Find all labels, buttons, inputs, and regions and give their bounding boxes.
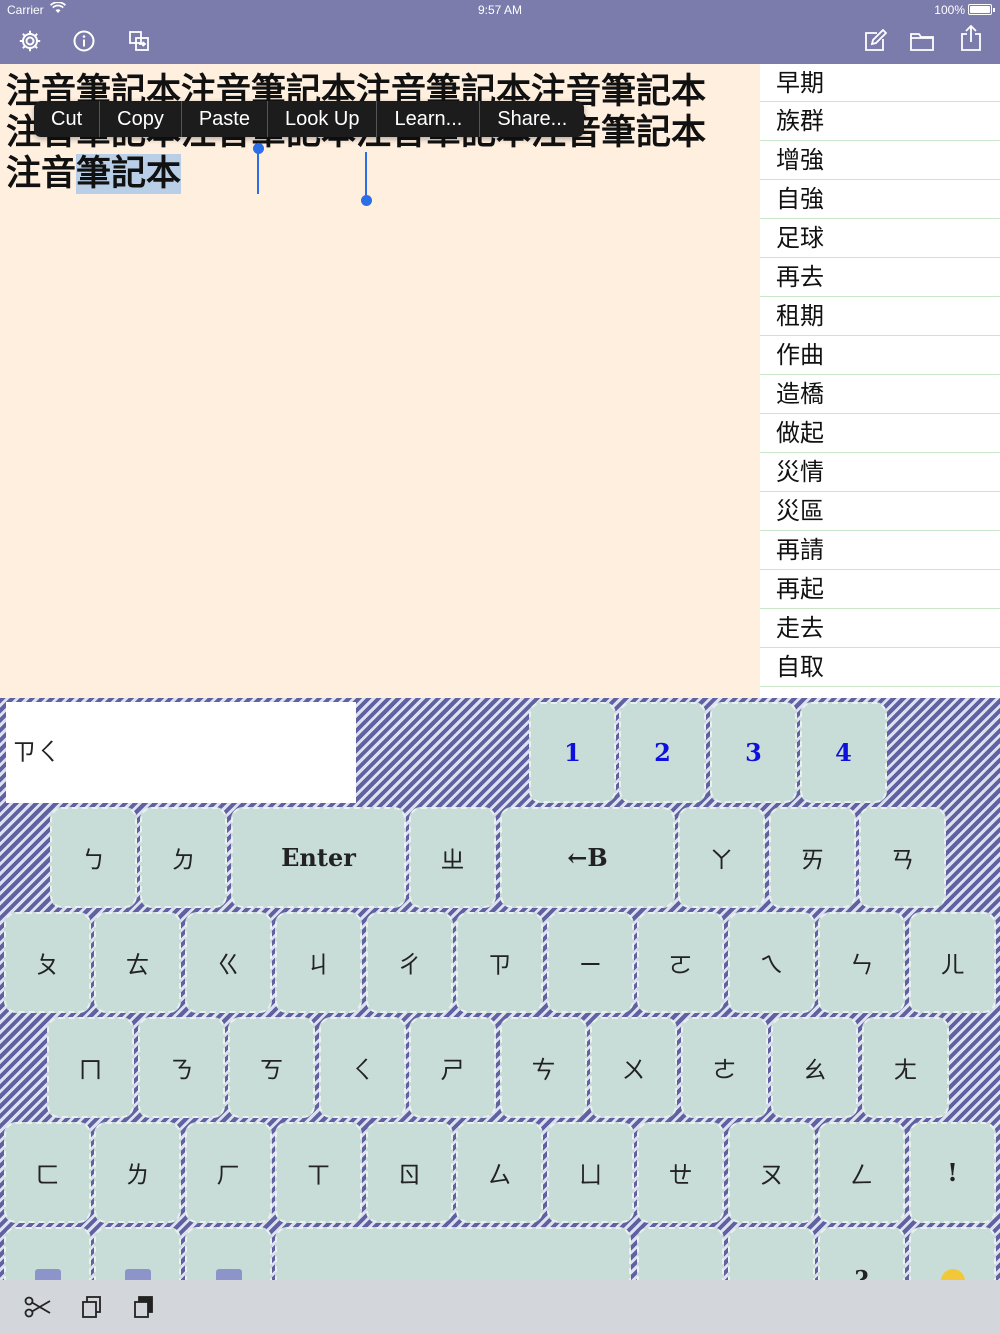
gear-icon[interactable] xyxy=(17,28,43,54)
key-bopomofo[interactable]: ㄐ xyxy=(275,912,362,1013)
copy-icon[interactable] xyxy=(78,1294,106,1320)
bopomofo-keyboard: ㄗㄑ 1 2 3 4 ㄅ ㄉ Enter ㄓ ←B ㄚ ㄞ ㄢ ㄆ ㄊ ㄍ ㄐ … xyxy=(0,698,1000,1328)
selection-end-handle-dot[interactable] xyxy=(361,195,372,206)
key-bopomofo[interactable]: ㄟ xyxy=(728,912,815,1013)
key-bopomofo[interactable]: ㄚ xyxy=(678,807,765,908)
key-bopomofo[interactable]: ㄓ xyxy=(409,807,496,908)
context-menu: Cut Copy Paste Look Up Learn... Share... xyxy=(34,101,585,137)
key-bopomofo[interactable]: ㄣ xyxy=(818,912,905,1013)
share-icon[interactable] xyxy=(958,24,984,51)
key-bopomofo[interactable]: ㄖ xyxy=(366,1122,453,1223)
key-bopomofo[interactable]: ㄞ xyxy=(769,807,856,908)
key-bopomofo[interactable]: ㄦ xyxy=(909,912,996,1013)
key-bopomofo[interactable]: ㄅ xyxy=(50,807,137,908)
candidate-item[interactable]: 租期 xyxy=(760,297,1000,336)
key-bopomofo[interactable]: ㄉ xyxy=(140,807,227,908)
composition-field[interactable]: ㄗㄑ xyxy=(6,702,356,803)
paste-icon[interactable] xyxy=(130,1294,158,1320)
compose-icon[interactable] xyxy=(862,28,888,54)
key-bopomofo[interactable]: ㄡ xyxy=(728,1122,815,1223)
key-bopomofo[interactable]: ㄢ xyxy=(859,807,946,908)
candidate-item[interactable]: 自強 xyxy=(760,180,1000,219)
key-bopomofo[interactable]: ㄠ xyxy=(771,1017,858,1118)
clock: 9:57 AM xyxy=(477,3,523,17)
key-bopomofo[interactable]: ㄍ xyxy=(185,912,272,1013)
key-bopomofo[interactable]: ㄙ xyxy=(456,1122,543,1223)
candidate-item[interactable]: 做起 xyxy=(760,414,1000,453)
menu-share[interactable]: Share... xyxy=(480,101,584,137)
candidate-item[interactable]: 足球 xyxy=(760,219,1000,258)
key-bopomofo[interactable]: ㄑ xyxy=(319,1017,406,1118)
key-number[interactable]: 1 xyxy=(529,702,616,803)
candidate-item[interactable]: 自取 xyxy=(760,648,1000,687)
key-bopomofo[interactable]: ㄒ xyxy=(275,1122,362,1223)
menu-paste[interactable]: Paste xyxy=(182,101,268,137)
menu-copy[interactable]: Copy xyxy=(100,101,182,137)
top-toolbar: Carrier 9:57 AM 100% xyxy=(0,0,1000,64)
candidate-item[interactable]: 災情 xyxy=(760,453,1000,492)
bottom-shortcut-bar xyxy=(0,1280,1000,1334)
key-bopomofo[interactable]: ㄎ xyxy=(228,1017,315,1118)
key-bopomofo[interactable]: ㄈ xyxy=(4,1122,91,1223)
key-bopomofo[interactable]: ㄊ xyxy=(94,912,181,1013)
enter-key[interactable]: Enter xyxy=(231,807,406,908)
status-bar: Carrier 9:57 AM 100% xyxy=(0,0,1000,20)
key-bopomofo[interactable]: ㄛ xyxy=(637,912,724,1013)
key-number[interactable]: 4 xyxy=(800,702,887,803)
candidate-item[interactable]: 作曲 xyxy=(760,336,1000,375)
selection-start-handle[interactable] xyxy=(257,150,259,194)
scissors-icon[interactable] xyxy=(24,1294,52,1320)
menu-learn[interactable]: Learn... xyxy=(377,101,481,137)
key-bopomofo[interactable]: ㄇ xyxy=(47,1017,134,1118)
menu-look-up[interactable]: Look Up xyxy=(268,101,378,137)
backspace-key[interactable]: ←B xyxy=(500,807,675,908)
key-bopomofo[interactable]: ㄔ xyxy=(366,912,453,1013)
key-bopomofo[interactable]: ㄆ xyxy=(4,912,91,1013)
text-editor[interactable]: 注音筆記本注音筆記本注音筆記本注音筆記本注音筆記本注音筆記本注音筆記本注音筆記本… xyxy=(0,64,760,698)
selected-text[interactable]: 筆記本 xyxy=(76,154,182,194)
key-bopomofo[interactable]: ㄕ xyxy=(409,1017,496,1118)
key-bopomofo[interactable]: ㄜ xyxy=(681,1017,768,1118)
battery-percent: 100% xyxy=(934,3,965,17)
candidate-item[interactable]: 走去 xyxy=(760,609,1000,648)
key-bopomofo[interactable]: ㄥ xyxy=(818,1122,905,1223)
candidate-item[interactable]: 增強 xyxy=(760,141,1000,180)
candidate-item[interactable]: 早期 xyxy=(760,64,1000,102)
key-bopomofo[interactable]: ㄩ xyxy=(547,1122,634,1223)
exclamation-key[interactable]: ! xyxy=(909,1122,996,1223)
battery-icon xyxy=(968,4,995,15)
candidate-item[interactable]: 再請 xyxy=(760,531,1000,570)
candidate-list[interactable]: 早期 族群 增強 自強 足球 再去 租期 作曲 造橋 做起 災情 災區 再請 再… xyxy=(760,64,1000,698)
candidate-item[interactable]: 再去 xyxy=(760,258,1000,297)
menu-cut[interactable]: Cut xyxy=(34,101,101,137)
key-bopomofo[interactable]: ㄘ xyxy=(500,1017,587,1118)
key-number[interactable]: 3 xyxy=(710,702,797,803)
candidate-item[interactable]: 再起 xyxy=(760,570,1000,609)
key-bopomofo[interactable]: ㄧ xyxy=(547,912,634,1013)
key-bopomofo[interactable]: ㄌ xyxy=(94,1122,181,1223)
key-bopomofo[interactable]: ㄨ xyxy=(590,1017,677,1118)
info-icon[interactable] xyxy=(71,28,97,54)
folder-icon[interactable] xyxy=(909,28,935,54)
selection-start-handle-dot[interactable] xyxy=(253,143,264,154)
key-bopomofo[interactable]: ㄗ xyxy=(456,912,543,1013)
key-bopomofo[interactable]: ㄏ xyxy=(185,1122,272,1223)
switch-icon[interactable] xyxy=(126,28,152,54)
key-bopomofo[interactable]: ㄝ xyxy=(637,1122,724,1223)
key-number[interactable]: 2 xyxy=(619,702,706,803)
key-bopomofo[interactable]: ㄤ xyxy=(862,1017,949,1118)
selection-end-handle[interactable] xyxy=(365,152,367,196)
candidate-item[interactable]: 災區 xyxy=(760,492,1000,531)
candidate-item[interactable]: 族群 xyxy=(760,102,1000,141)
key-bopomofo[interactable]: ㄋ xyxy=(138,1017,225,1118)
candidate-item[interactable]: 造橋 xyxy=(760,375,1000,414)
